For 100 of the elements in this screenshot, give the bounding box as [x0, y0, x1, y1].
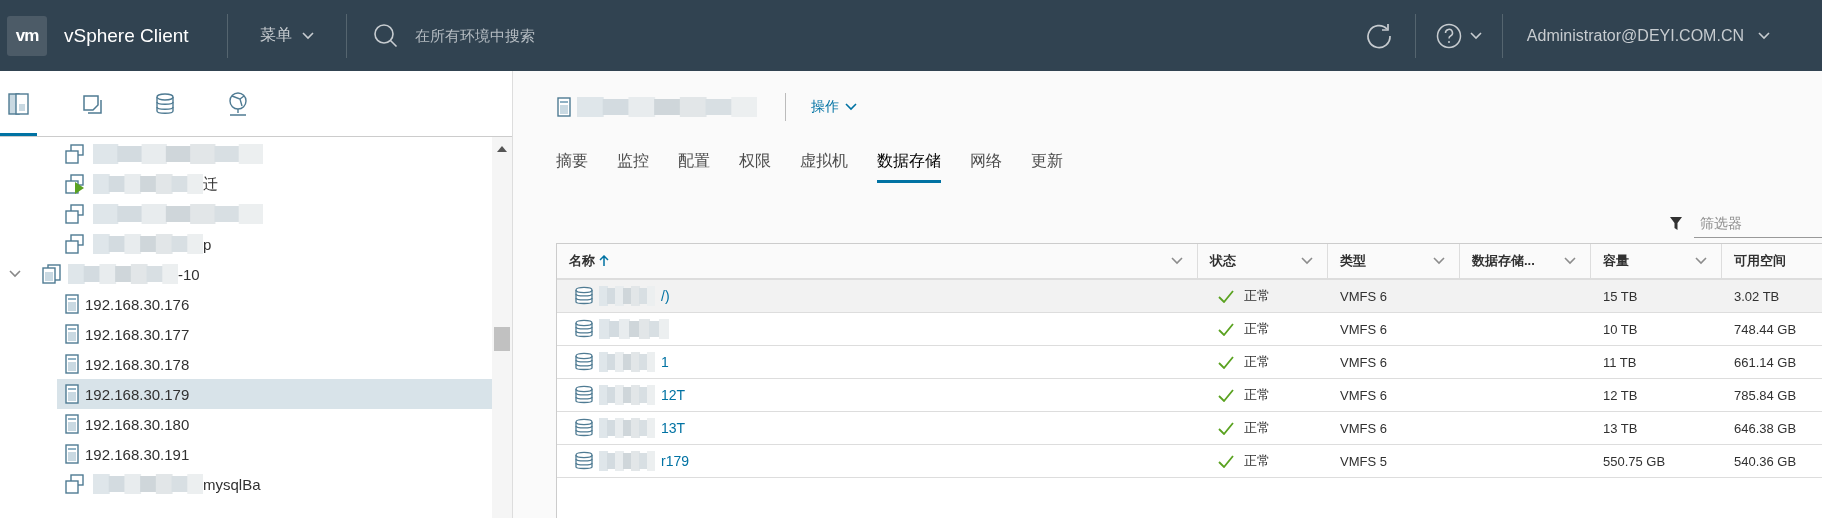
chevron-down-icon	[9, 270, 21, 278]
table-cell-text: 15 TB	[1602, 287, 1639, 306]
table-cell-text: VMFS 6	[1339, 419, 1388, 438]
datastore-link[interactable]: 12T	[661, 387, 686, 403]
server-icon	[65, 294, 79, 314]
table-cell-text: 3.02 TB	[1733, 287, 1781, 306]
chevron-down-icon	[1301, 257, 1313, 265]
datastore-link[interactable]: 13T	[661, 420, 686, 436]
table-cell-text: 748.44 GB	[1733, 320, 1798, 339]
tree-item[interactable]: 迁	[57, 169, 492, 199]
datastore-icon	[575, 286, 593, 306]
status-text: 正常	[1244, 353, 1270, 371]
table-row[interactable]: /) 正常 VMFS 6 15 TB 3.02 TB	[557, 280, 1822, 313]
product-name: vSphere Client	[64, 24, 189, 47]
tab[interactable]: 虚拟机	[800, 131, 848, 183]
datastore-link[interactable]: /)	[661, 288, 670, 304]
status-text: 正常	[1244, 386, 1270, 404]
datastore-link[interactable]: 1	[661, 354, 669, 370]
chevron-down-icon	[1695, 257, 1707, 265]
actions-menu[interactable]: 操作	[811, 98, 857, 116]
vm-icon	[65, 474, 87, 494]
table-cell-text: 646.38 GB	[1733, 419, 1798, 438]
filter-icon	[1670, 216, 1682, 230]
scrollbar[interactable]	[492, 137, 512, 518]
table-cell-text: VMFS 6	[1339, 320, 1388, 339]
chevron-down-icon	[1758, 31, 1770, 40]
filter-field[interactable]: 筛选器	[1694, 208, 1822, 238]
table-cell-text: 10 TB	[1602, 320, 1639, 339]
datastore-icon	[575, 319, 593, 339]
scrollbar-thumb[interactable]	[494, 327, 510, 351]
datastore-icon	[575, 451, 593, 471]
running-vm-icon	[65, 174, 87, 194]
chevron-down-icon	[1469, 31, 1482, 40]
redaction-blur	[599, 451, 655, 471]
tab[interactable]: 数据存储	[877, 131, 941, 183]
vm-icon	[65, 144, 87, 164]
column-header[interactable]: 容量	[1591, 244, 1722, 278]
vm-page-icon[interactable]	[80, 92, 103, 115]
table-cell-text: 13 TB	[1602, 419, 1639, 438]
tab[interactable]: 网络	[970, 131, 1002, 183]
redaction-blur	[599, 319, 669, 339]
user-menu[interactable]: Administrator@DEYI.COM.CN	[1502, 26, 1822, 45]
menu-button[interactable]: 菜单	[227, 25, 346, 46]
redaction-blur	[599, 385, 655, 405]
status-text: 正常	[1244, 419, 1270, 437]
table-cell-text: VMFS 6	[1339, 386, 1388, 405]
search-icon	[372, 22, 399, 49]
chevron-down-icon	[845, 103, 857, 111]
server-icon	[65, 354, 79, 374]
server-icon	[65, 324, 79, 344]
column-header[interactable]: 类型	[1328, 244, 1460, 278]
tree-item[interactable]: 192.168.30.180	[57, 409, 492, 439]
server-icon	[65, 444, 79, 464]
status-text: 正常	[1244, 452, 1270, 470]
column-header[interactable]: 数据存储...	[1460, 244, 1591, 278]
scroll-up-icon[interactable]	[497, 145, 507, 153]
vm-icon	[65, 204, 87, 224]
tab[interactable]: 权限	[739, 131, 771, 183]
tab[interactable]: 更新	[1031, 131, 1063, 183]
table-cell-text: VMFS 5	[1339, 452, 1388, 471]
tree-item[interactable]: 192.168.30.191	[57, 439, 492, 469]
tab[interactable]: 监控	[617, 131, 649, 183]
tree-item[interactable]: 192.168.30.176	[57, 289, 492, 319]
server-icon	[65, 414, 79, 434]
vm-logo: vm	[7, 15, 47, 56]
table-cell-text: 540.36 GB	[1733, 452, 1798, 471]
collapse-icon[interactable]	[9, 270, 21, 278]
sort-up-icon	[599, 255, 609, 267]
tree-item[interactable]: 192.168.30.177	[57, 319, 492, 349]
table-cell-text: 661.14 GB	[1733, 353, 1798, 372]
table-cell-text: VMFS 6	[1339, 353, 1388, 372]
tab[interactable]: 配置	[678, 131, 710, 183]
server-icon	[65, 384, 79, 404]
table-cell-text: 12 TB	[1602, 386, 1639, 405]
chevron-down-icon	[1564, 257, 1576, 265]
tree-item[interactable]: p	[57, 229, 492, 259]
datastore-icon	[575, 418, 593, 438]
chevron-down-icon	[301, 31, 314, 40]
table-cell-text: 550.75 GB	[1602, 452, 1667, 471]
table-cell-text: 785.84 GB	[1733, 386, 1798, 405]
search-field[interactable]: 在所有环境中搜索	[412, 26, 717, 45]
column-header[interactable]: 可用空间	[1722, 244, 1822, 278]
status-text: 正常	[1244, 287, 1270, 305]
redaction-blur	[599, 418, 655, 438]
tree-item[interactable]: 192.168.30.178	[57, 349, 492, 379]
tab[interactable]: 摘要	[556, 131, 588, 183]
datastore-link[interactable]: r179	[661, 453, 690, 469]
hosts-icon[interactable]	[7, 91, 30, 116]
storage-icon[interactable]	[154, 91, 175, 116]
server-icon	[557, 97, 571, 117]
tree-item[interactable]: -10	[34, 259, 492, 289]
tree-item[interactable]: mysqlBa	[57, 469, 492, 499]
cluster-icon	[42, 264, 62, 284]
datastore-icon	[575, 385, 593, 405]
tree-item[interactable]: 192.168.30.179	[57, 379, 492, 409]
refresh-icon	[1364, 21, 1393, 50]
chevron-down-icon	[1433, 257, 1445, 265]
column-header[interactable]: 名称	[557, 244, 1198, 278]
column-header[interactable]: 状态	[1198, 244, 1328, 278]
redaction-blur	[599, 286, 655, 306]
